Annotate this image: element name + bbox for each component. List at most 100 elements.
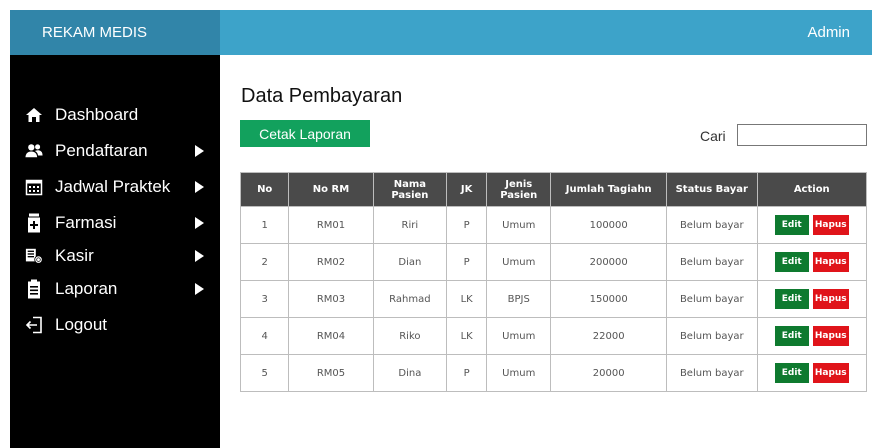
top-bar: REKAM MEDIS Admin — [10, 10, 872, 55]
search-input[interactable] — [737, 124, 867, 146]
edit-button[interactable]: Edit — [774, 289, 809, 309]
edit-button[interactable]: Edit — [774, 215, 809, 235]
cell-status-bayar: Belum bayar — [666, 243, 758, 281]
cell-nama-pasien: Rahmad — [372, 280, 448, 318]
cell-jk: LK — [446, 280, 488, 318]
chevron-right-icon — [195, 181, 204, 193]
cell-jk: LK — [446, 317, 488, 355]
cell-jk: P — [446, 206, 488, 244]
cell-jumlah-tagihan: 150000 — [550, 280, 668, 318]
sidebar-item-jadwal-praktek[interactable]: Jadwal Praktek — [10, 174, 220, 200]
cell-status-bayar: Belum bayar — [666, 206, 758, 244]
edit-button[interactable]: Edit — [774, 363, 809, 383]
table-row: 1 RM01 Riri P Umum 100000 Belum bayar Ed… — [239, 206, 868, 244]
table-row: 2 RM02 Dian P Umum 200000 Belum bayar Ed… — [239, 243, 868, 281]
sidebar-item-pendaftaran[interactable]: Pendaftaran — [10, 138, 220, 164]
cell-jenis-pasien: BPJS — [486, 280, 552, 318]
cell-jk: P — [446, 243, 488, 281]
table-row: 5 RM05 Dina P Umum 20000 Belum bayar Edi… — [239, 354, 868, 392]
chevron-right-icon — [195, 283, 204, 295]
column-header-jk: JK — [446, 172, 488, 207]
edit-button[interactable]: Edit — [774, 326, 809, 346]
sidebar-item-label: Farmasi — [55, 213, 117, 232]
cell-no: 5 — [239, 354, 290, 392]
cell-action: Edit Hapus — [756, 354, 868, 392]
table-row: 4 RM04 Riko LK Umum 22000 Belum bayar Ed… — [239, 317, 868, 355]
print-report-button[interactable]: Cetak Laporan — [240, 120, 370, 147]
cell-nama-pasien: Dian — [372, 243, 448, 281]
table-header-row: No No RM Nama Pasien JK Jenis Pasien Jum… — [239, 172, 868, 207]
sidebar-item-dashboard[interactable]: Dashboard — [10, 102, 220, 128]
admin-user-label[interactable]: Admin — [807, 24, 872, 41]
cell-action: Edit Hapus — [756, 280, 868, 318]
payments-table: No No RM Nama Pasien JK Jenis Pasien Jum… — [239, 172, 868, 392]
sidebar-item-laporan[interactable]: Laporan — [10, 276, 220, 302]
cell-jenis-pasien: Umum — [486, 243, 552, 281]
chevron-right-icon — [195, 145, 204, 157]
column-header-jumlah-tagihan: Jumlah Tagiahn — [550, 172, 668, 207]
users-icon — [25, 142, 43, 160]
sidebar-item-label: Kasir — [55, 246, 94, 265]
app-brand[interactable]: REKAM MEDIS — [10, 10, 220, 55]
cell-status-bayar: Belum bayar — [666, 317, 758, 355]
cell-no: 2 — [239, 243, 290, 281]
sidebar-item-label: Logout — [55, 315, 107, 334]
page-title: Data Pembayaran — [241, 85, 403, 107]
cell-jumlah-tagihan: 100000 — [550, 206, 668, 244]
cell-no: 3 — [239, 280, 290, 318]
sidebar-item-farmasi[interactable]: Farmasi — [10, 210, 220, 236]
cell-status-bayar: Belum bayar — [666, 354, 758, 392]
cell-status-bayar: Belum bayar — [666, 280, 758, 318]
cell-jenis-pasien: Umum — [486, 354, 552, 392]
column-header-jenis-pasien: Jenis Pasien — [486, 172, 552, 207]
cell-action: Edit Hapus — [756, 206, 868, 244]
cell-no-rm: RM04 — [288, 317, 374, 355]
column-header-action: Action — [756, 172, 868, 207]
sidebar-item-logout[interactable]: Logout — [10, 312, 220, 338]
cashier-icon — [25, 247, 43, 265]
cell-jumlah-tagihan: 200000 — [550, 243, 668, 281]
cell-no: 1 — [239, 206, 290, 244]
search-label: Cari — [700, 128, 726, 144]
cell-nama-pasien: Dina — [372, 354, 448, 392]
delete-button[interactable]: Hapus — [812, 289, 849, 309]
sidebar-item-label: Jadwal Praktek — [55, 177, 171, 196]
sidebar-item-label: Laporan — [55, 279, 118, 298]
delete-button[interactable]: Hapus — [812, 363, 849, 383]
sidebar-item-label: Pendaftaran — [55, 141, 148, 160]
cell-no-rm: RM01 — [288, 206, 374, 244]
cell-no-rm: RM03 — [288, 280, 374, 318]
sidebar-item-kasir[interactable]: Kasir — [10, 243, 220, 269]
cell-no: 4 — [239, 317, 290, 355]
sidebar: Dashboard Pendaftaran Jadwal Praktek Far… — [10, 55, 220, 448]
cell-jumlah-tagihan: 20000 — [550, 354, 668, 392]
chevron-right-icon — [195, 250, 204, 262]
cell-action: Edit Hapus — [756, 243, 868, 281]
delete-button[interactable]: Hapus — [812, 215, 849, 235]
chevron-right-icon — [195, 217, 204, 229]
logout-icon — [25, 316, 43, 334]
column-header-no-rm: No RM — [288, 172, 374, 207]
cell-jk: P — [446, 354, 488, 392]
sidebar-item-label: Dashboard — [55, 105, 139, 124]
cell-nama-pasien: Riko — [372, 317, 448, 355]
calendar-icon — [25, 178, 43, 196]
cell-nama-pasien: Riri — [372, 206, 448, 244]
medicine-icon — [25, 213, 43, 233]
cell-jumlah-tagihan: 22000 — [550, 317, 668, 355]
table-row: 3 RM03 Rahmad LK BPJS 150000 Belum bayar… — [239, 280, 868, 318]
cell-no-rm: RM02 — [288, 243, 374, 281]
cell-no-rm: RM05 — [288, 354, 374, 392]
delete-button[interactable]: Hapus — [812, 252, 849, 272]
delete-button[interactable]: Hapus — [812, 326, 849, 346]
column-header-no: No — [239, 172, 290, 207]
cell-jenis-pasien: Umum — [486, 206, 552, 244]
edit-button[interactable]: Edit — [774, 252, 809, 272]
column-header-nama-pasien: Nama Pasien — [372, 172, 448, 207]
cell-action: Edit Hapus — [756, 317, 868, 355]
cell-jenis-pasien: Umum — [486, 317, 552, 355]
clipboard-icon — [25, 279, 43, 299]
column-header-status-bayar: Status Bayar — [666, 172, 758, 207]
home-icon — [25, 106, 43, 124]
main-content: Data Pembayaran Cetak Laporan Cari No No… — [220, 55, 872, 448]
